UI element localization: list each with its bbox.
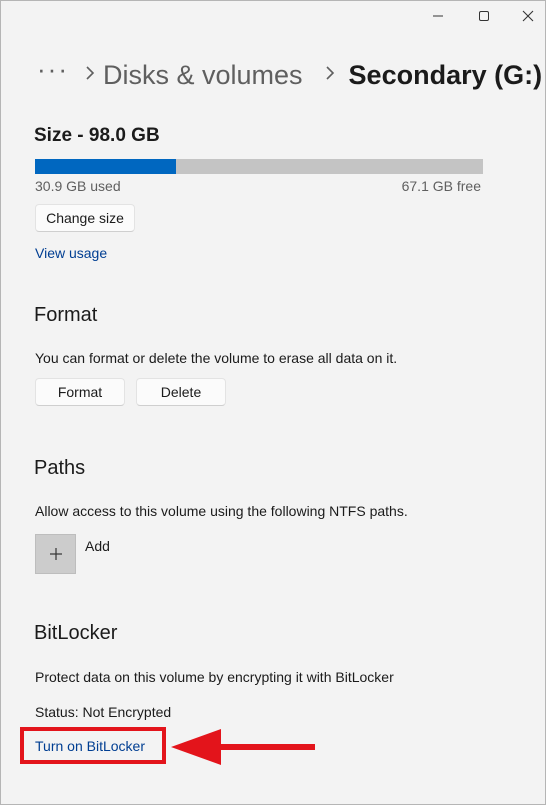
delete-button[interactable]: Delete xyxy=(136,378,226,406)
format-description: You can format or delete the volume to e… xyxy=(35,350,398,366)
chevron-right-icon xyxy=(317,65,343,85)
breadcrumb: ··· Disks & volumes Secondary (G:) xyxy=(37,53,542,97)
page-title: Secondary (G:) xyxy=(348,59,543,90)
minimize-icon xyxy=(433,15,443,17)
free-space-label: 67.1 GB free xyxy=(401,178,481,194)
usage-bar-fill xyxy=(35,159,177,174)
annotation-arrow-icon xyxy=(171,729,315,765)
settings-window: ··· Disks & volumes Secondary (G:) Size … xyxy=(0,0,546,805)
chevron-right-icon xyxy=(77,65,103,85)
paths-title: Paths xyxy=(34,457,86,479)
breadcrumb-parent[interactable]: Disks & volumes xyxy=(103,60,303,91)
close-button[interactable] xyxy=(505,1,545,31)
annotation-highlight-box xyxy=(20,727,166,764)
maximize-button[interactable] xyxy=(461,1,507,31)
close-icon xyxy=(522,10,534,22)
add-path-button[interactable] xyxy=(35,534,76,574)
maximize-icon xyxy=(479,11,489,21)
view-usage-link[interactable]: View usage xyxy=(35,245,107,261)
add-path-label[interactable]: Add xyxy=(85,538,110,554)
usage-bar xyxy=(35,159,483,174)
minimize-button[interactable] xyxy=(415,1,461,31)
format-title: Format xyxy=(34,304,98,326)
plus-icon xyxy=(49,548,62,560)
change-size-button[interactable]: Change size xyxy=(35,204,135,232)
size-title: Size - 98.0 GB xyxy=(34,125,160,146)
bitlocker-status: Status: Not Encrypted xyxy=(35,704,172,720)
paths-description: Allow access to this volume using the fo… xyxy=(35,503,408,519)
bitlocker-title: BitLocker xyxy=(34,622,118,644)
format-button[interactable]: Format xyxy=(35,378,125,406)
breadcrumb-more-button[interactable]: ··· xyxy=(37,56,77,82)
bitlocker-description: Protect data on this volume by encryptin… xyxy=(35,669,394,685)
used-space-label: 30.9 GB used xyxy=(35,178,121,194)
